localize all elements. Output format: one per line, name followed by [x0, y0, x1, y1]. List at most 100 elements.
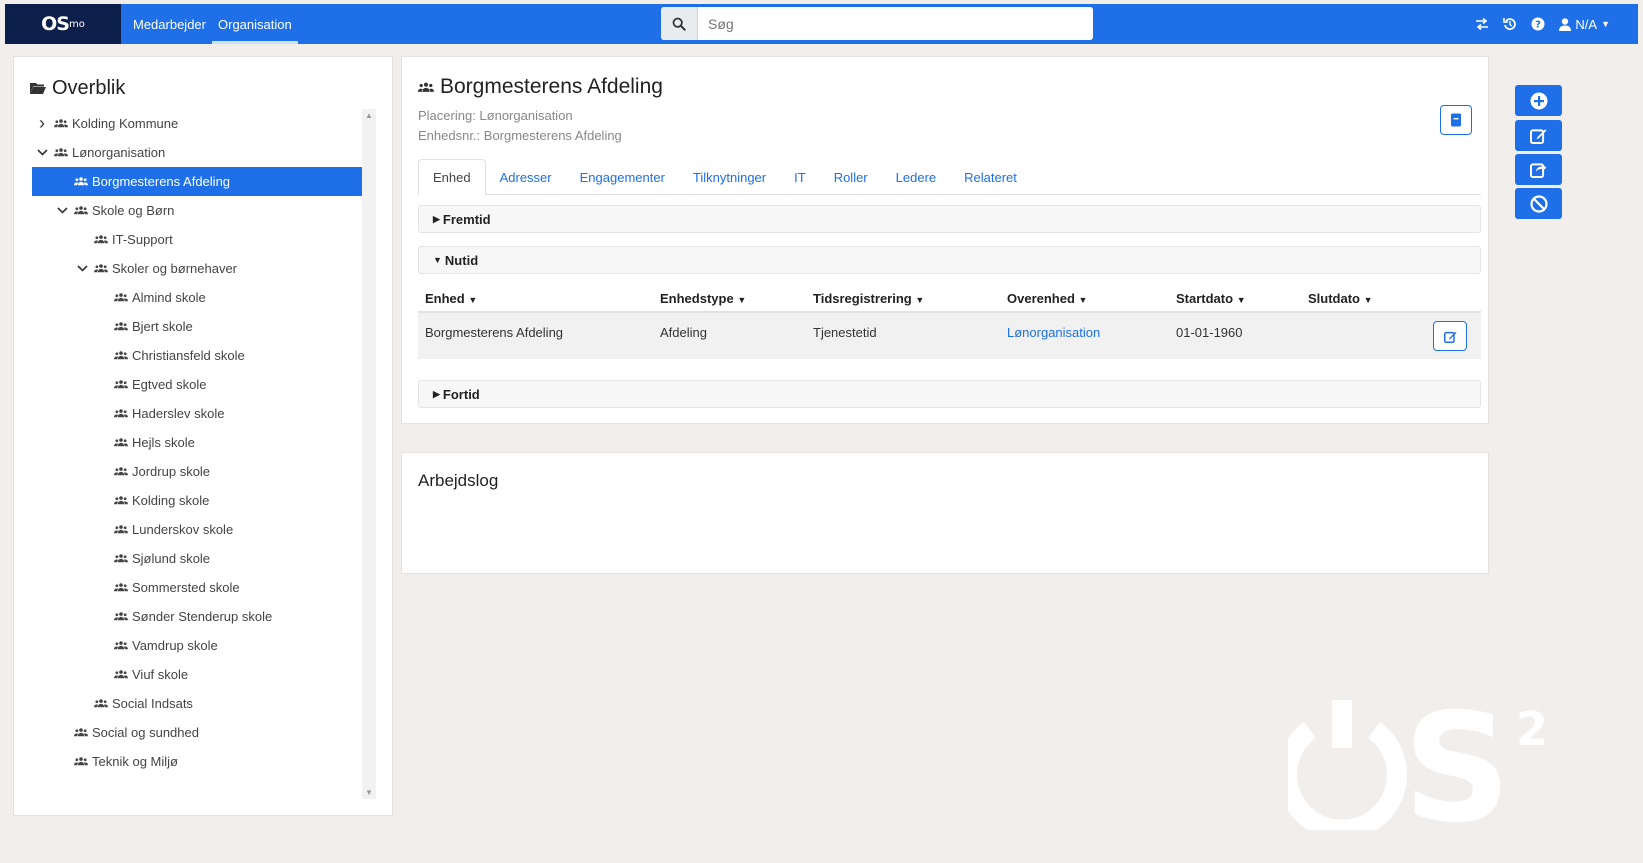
people-icon	[74, 728, 88, 737]
tab-relateret[interactable]: Relateret	[950, 159, 1031, 195]
scroll-up-arrow[interactable]: ▲	[362, 111, 376, 120]
move-unit-button[interactable]	[1515, 154, 1562, 185]
chevron-down-icon[interactable]	[32, 149, 52, 156]
chevron-right-icon[interactable]: ›	[32, 113, 52, 134]
tree-item[interactable]: Haderslev skole	[32, 399, 374, 428]
nav-link-organisation[interactable]: Organisation	[212, 4, 298, 44]
people-icon	[114, 670, 128, 679]
page-title: Borgmesterens Afdeling	[418, 75, 663, 99]
unit-card: Borgmesterens Afdeling Placering: Lønorg…	[401, 56, 1489, 424]
tree-item[interactable]: Vamdrup skole	[32, 631, 374, 660]
tab-tilknytninger[interactable]: Tilknytninger	[679, 159, 780, 195]
top-navbar: OSmo Medarbejder Organisation ? N/A ▼	[5, 4, 1638, 44]
tab-adresser[interactable]: Adresser	[486, 159, 566, 195]
cell-overenhed-link[interactable]: Lønorganisation	[1007, 325, 1100, 340]
tree-item[interactable]: Hejls skole	[32, 428, 374, 457]
tree-item[interactable]: Sjølund skole	[32, 544, 374, 573]
sort-caret-icon: ▼	[1363, 295, 1373, 305]
tree-item[interactable]: › Kolding Kommune	[32, 109, 374, 138]
book-icon	[1451, 113, 1461, 127]
people-icon	[94, 235, 108, 244]
brand-logo[interactable]: OS mo	[5, 4, 121, 44]
people-icon	[114, 351, 128, 360]
sort-caret-icon: ▼	[1078, 295, 1088, 305]
tree-item[interactable]: Jordrup skole	[32, 457, 374, 486]
tree-item[interactable]: Skoler og børnehaver	[32, 254, 374, 283]
col-startdato[interactable]: Startdato ▼	[1176, 291, 1246, 306]
col-enhed-label: Enhed	[425, 291, 465, 306]
details-button[interactable]	[1440, 105, 1472, 135]
tree-scrollbar[interactable]: ▲ ▼	[362, 109, 376, 799]
search-icon[interactable]	[661, 7, 698, 40]
tree-item[interactable]: IT-Support	[32, 225, 374, 254]
tree-item[interactable]: Almind skole	[32, 283, 374, 312]
people-icon	[54, 119, 68, 128]
user-menu[interactable]: N/A ▼	[1559, 17, 1610, 32]
tab-enhed[interactable]: Enhed	[418, 159, 486, 196]
terminate-unit-button[interactable]	[1515, 188, 1562, 219]
col-tidsregistrering[interactable]: Tidsregistrering ▼	[813, 291, 924, 306]
rename-unit-button[interactable]	[1515, 120, 1562, 151]
tree-item[interactable]: Bjert skole	[32, 312, 374, 341]
tree-item[interactable]: Social Indsats	[32, 689, 374, 718]
brand-text: OS	[41, 13, 70, 35]
tree-item[interactable]: Borgmesterens Afdeling	[32, 167, 374, 196]
tree-item-label: Social og sundhed	[92, 725, 199, 740]
create-unit-button[interactable]	[1515, 85, 1562, 116]
tree-item[interactable]: Egtved skole	[32, 370, 374, 399]
tree-item[interactable]: Sønder Stenderup skole	[32, 602, 374, 631]
col-enhed[interactable]: Enhed ▼	[425, 291, 477, 306]
tree-item[interactable]: Christiansfeld skole	[32, 341, 374, 370]
tree-item-label: Skole og Børn	[92, 203, 175, 218]
tree-item-label: Kolding Kommune	[72, 116, 179, 131]
tree-item-label: Haderslev skole	[132, 406, 225, 421]
people-icon	[94, 264, 108, 273]
tree-item[interactable]: Social og sundhed	[32, 718, 374, 747]
sort-caret-icon: ▼	[468, 295, 478, 305]
share-icon	[1530, 163, 1547, 178]
search-input[interactable]	[698, 7, 1093, 40]
tree-item[interactable]: Sommersted skole	[32, 573, 374, 602]
tree-item[interactable]: Viuf skole	[32, 660, 374, 689]
col-overenhed-label: Overenhed	[1007, 291, 1075, 306]
tree-item[interactable]: Kolding skole	[32, 486, 374, 515]
section-fortid[interactable]: ▶ Fortid	[418, 380, 1481, 408]
edit-row-button[interactable]	[1433, 321, 1467, 351]
col-overenhed[interactable]: Overenhed ▼	[1007, 291, 1087, 306]
chevron-down-icon[interactable]	[52, 207, 72, 214]
tab-ledere[interactable]: Ledere	[882, 159, 950, 195]
help-icon[interactable]: ?	[1531, 17, 1545, 31]
chevron-down-icon[interactable]	[72, 265, 92, 272]
section-nutid-label: Nutid	[444, 252, 479, 268]
tab-it[interactable]: IT	[780, 159, 820, 195]
tree-item[interactable]: Lønorganisation	[32, 138, 374, 167]
col-enhedstype[interactable]: Enhedstype ▼	[660, 291, 746, 306]
tree-list: › Kolding Kommune Lønorganisation Borgmeste…	[32, 109, 374, 799]
section-fremtid[interactable]: ▶ Fremtid	[418, 205, 1481, 233]
scroll-down-arrow[interactable]: ▼	[362, 788, 376, 797]
col-slutdato-label: Slutdato	[1308, 291, 1360, 306]
history-icon[interactable]	[1503, 17, 1517, 31]
people-icon	[74, 177, 88, 186]
tree-item-label: Sønder Stenderup skole	[132, 609, 273, 624]
svg-text:S: S	[1403, 700, 1511, 830]
section-nutid[interactable]: ▼ Nutid	[418, 246, 1481, 274]
tree-item-label: Lunderskov skole	[132, 522, 234, 537]
user-label: N/A	[1575, 16, 1598, 32]
table-header: Enhed ▼ Enhedstype ▼ Tidsregistrering ▼ …	[418, 285, 1481, 313]
tree-item-label: Bjert skole	[132, 319, 193, 334]
nav-link-medarbejder[interactable]: Medarbejder	[127, 4, 212, 44]
tree-item[interactable]: Teknik og Miljø	[32, 747, 374, 776]
navbar-actions: ? N/A ▼	[1475, 4, 1610, 44]
brand-subscript: mo	[68, 18, 85, 30]
tab-engagementer[interactable]: Engagementer	[566, 159, 679, 195]
ban-icon	[1529, 194, 1548, 213]
tab-roller[interactable]: Roller	[820, 159, 882, 195]
tree-item[interactable]: Lunderskov skole	[32, 515, 374, 544]
plus-circle-icon	[1530, 92, 1547, 109]
people-icon	[94, 699, 108, 708]
switch-icon[interactable]	[1475, 18, 1489, 30]
people-icon	[74, 757, 88, 766]
col-slutdato[interactable]: Slutdato ▼	[1308, 291, 1373, 306]
tree-item[interactable]: Skole og Børn	[32, 196, 374, 225]
